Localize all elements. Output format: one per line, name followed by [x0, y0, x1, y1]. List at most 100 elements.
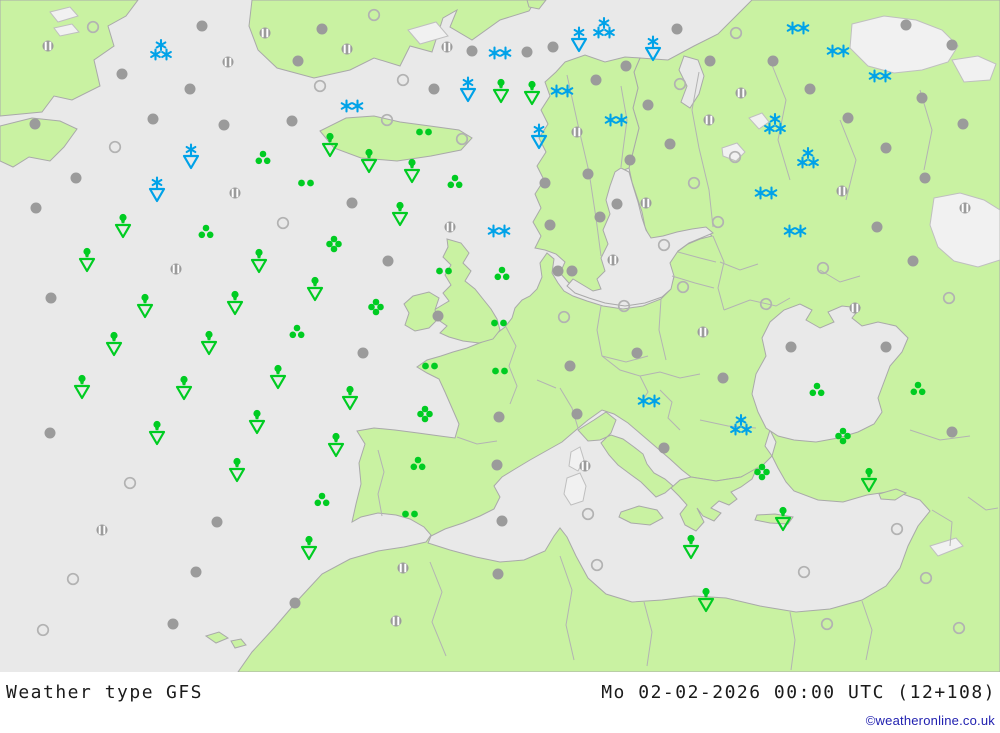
weather-symbol-cloudy: [612, 52, 640, 80]
product-label: Weather type: [6, 682, 155, 703]
weather-symbol-rain2: [485, 309, 513, 337]
weather-symbol-partly: [88, 516, 116, 544]
weather-symbol-clear: [722, 19, 750, 47]
weather-symbol-cloudy: [349, 339, 377, 367]
weather-symbol-rain-shower: [170, 374, 198, 402]
weather-symbol-cloudy: [872, 333, 900, 361]
weather-symbol-snow-light: [338, 92, 366, 120]
weather-symbol-rain-shower: [221, 289, 249, 317]
weather-symbol-clear: [680, 169, 708, 197]
weather-symbol-partly: [251, 19, 279, 47]
weather-symbol-rain4: [748, 458, 776, 486]
weather-symbol-rain-shower: [223, 456, 251, 484]
weather-symbol-clear: [809, 254, 837, 282]
weather-symbol-partly: [828, 177, 856, 205]
valid-time-label: Mo 02-02-2026 00:00 UTC (12+108): [601, 682, 996, 703]
weather-symbol-clear: [550, 303, 578, 331]
weather-symbol-cloudy: [62, 164, 90, 192]
weather-symbol-clear: [574, 500, 602, 528]
weather-symbol-rain-shower: [245, 247, 273, 275]
weather-symbol-partly: [382, 607, 410, 635]
weather-symbol-snow-light: [486, 39, 514, 67]
weather-symbol-clear: [79, 13, 107, 41]
weather-symbol-snow-shower: [639, 35, 667, 63]
weather-symbol-cloudy: [544, 257, 572, 285]
weather-symbol-partly: [951, 194, 979, 222]
weather-symbol-partly: [571, 452, 599, 480]
weather-symbol-rain3: [308, 486, 336, 514]
weather-symbol-rain-shower: [316, 131, 344, 159]
weather-symbol-partly: [34, 32, 62, 60]
weather-symbol-clear: [666, 70, 694, 98]
weather-symbol-rain-shower: [398, 157, 426, 185]
weather-symbol-cloudy: [834, 104, 862, 132]
weather-symbol-cloudy: [281, 589, 309, 617]
weather-symbol-partly: [563, 118, 591, 146]
weather-symbol-rain4: [829, 422, 857, 450]
weather-symbol-partly: [214, 48, 242, 76]
weather-symbol-snow-light: [485, 217, 513, 245]
weather-symbols-layer: [0, 0, 1000, 672]
weather-symbol-cloudy: [899, 247, 927, 275]
weather-symbol-rain2: [410, 118, 438, 146]
weather-symbol-cloudy: [420, 75, 448, 103]
weather-symbol-rain-shower: [487, 77, 515, 105]
copyright-link[interactable]: ©weatheronline.co.uk: [866, 713, 995, 728]
weather-symbol-cloudy: [424, 302, 452, 330]
weather-symbol-partly: [433, 33, 461, 61]
weather-symbol-snow-light: [784, 14, 812, 42]
weather-symbol-cloudy: [911, 164, 939, 192]
weather-symbol-clear: [59, 565, 87, 593]
weather-symbol-partly: [221, 179, 249, 207]
weather-symbol-cloudy: [483, 451, 511, 479]
weather-symbol-rain-shower: [131, 292, 159, 320]
weather-symbol-rain-shower: [336, 384, 364, 412]
weather-symbol-snow-light: [752, 179, 780, 207]
weather-symbol-clear: [721, 143, 749, 171]
weather-symbol-cloudy: [338, 189, 366, 217]
weather-symbol-snow-heavy: [590, 15, 618, 43]
weather-symbol-rain-shower: [109, 212, 137, 240]
weather-symbol-rain-shower: [295, 534, 323, 562]
weather-symbol-snow-heavy: [147, 37, 175, 65]
weather-symbol-cloudy: [908, 84, 936, 112]
weather-symbol-rain3: [803, 376, 831, 404]
weather-symbol-rain-shower: [855, 466, 883, 494]
weather-symbol-clear: [704, 208, 732, 236]
weather-symbol-clear: [101, 133, 129, 161]
weather-symbol-rain2: [486, 357, 514, 385]
weather-symbol-cloudy: [558, 257, 586, 285]
weather-symbol-cloudy: [182, 558, 210, 586]
weather-symbol-clear: [116, 469, 144, 497]
weather-symbol-rain-shower: [692, 586, 720, 614]
weather-symbol-cloudy: [37, 284, 65, 312]
weather-symbol-cloudy: [108, 60, 136, 88]
weather-symbol-cloudy: [574, 160, 602, 188]
weather-symbol-cloudy: [536, 211, 564, 239]
weather-symbol-snow-shower: [454, 76, 482, 104]
weather-symbol-cloudy: [892, 11, 920, 39]
weather-symbol-rain3: [488, 260, 516, 288]
weather-symbol-rain-shower: [769, 505, 797, 533]
weather-symbol-rain4: [362, 293, 390, 321]
map-canvas: [0, 0, 1000, 672]
weather-symbol-cloudy: [556, 352, 584, 380]
weather-symbol-clear: [389, 66, 417, 94]
weather-symbol-clear: [373, 106, 401, 134]
weather-symbol-rain2: [430, 257, 458, 285]
weather-symbol-cloudy: [663, 15, 691, 43]
weather-symbol-cloudy: [796, 75, 824, 103]
weather-symbol-rain-shower: [322, 431, 350, 459]
weather-symbol-snow-light: [602, 106, 630, 134]
weather-symbol-rain3: [249, 144, 277, 172]
weather-symbol-snow-light: [781, 217, 809, 245]
weather-symbol-snow-heavy: [761, 111, 789, 139]
weather-symbol-clear: [935, 284, 963, 312]
weather-symbol-snow-shower: [565, 26, 593, 54]
weather-symbol-cloudy: [938, 31, 966, 59]
weather-symbol-rain-shower: [386, 200, 414, 228]
weather-symbol-rain-shower: [677, 533, 705, 561]
weather-symbol-cloudy: [938, 418, 966, 446]
weather-symbol-cloudy: [176, 75, 204, 103]
weather-symbol-partly: [162, 255, 190, 283]
